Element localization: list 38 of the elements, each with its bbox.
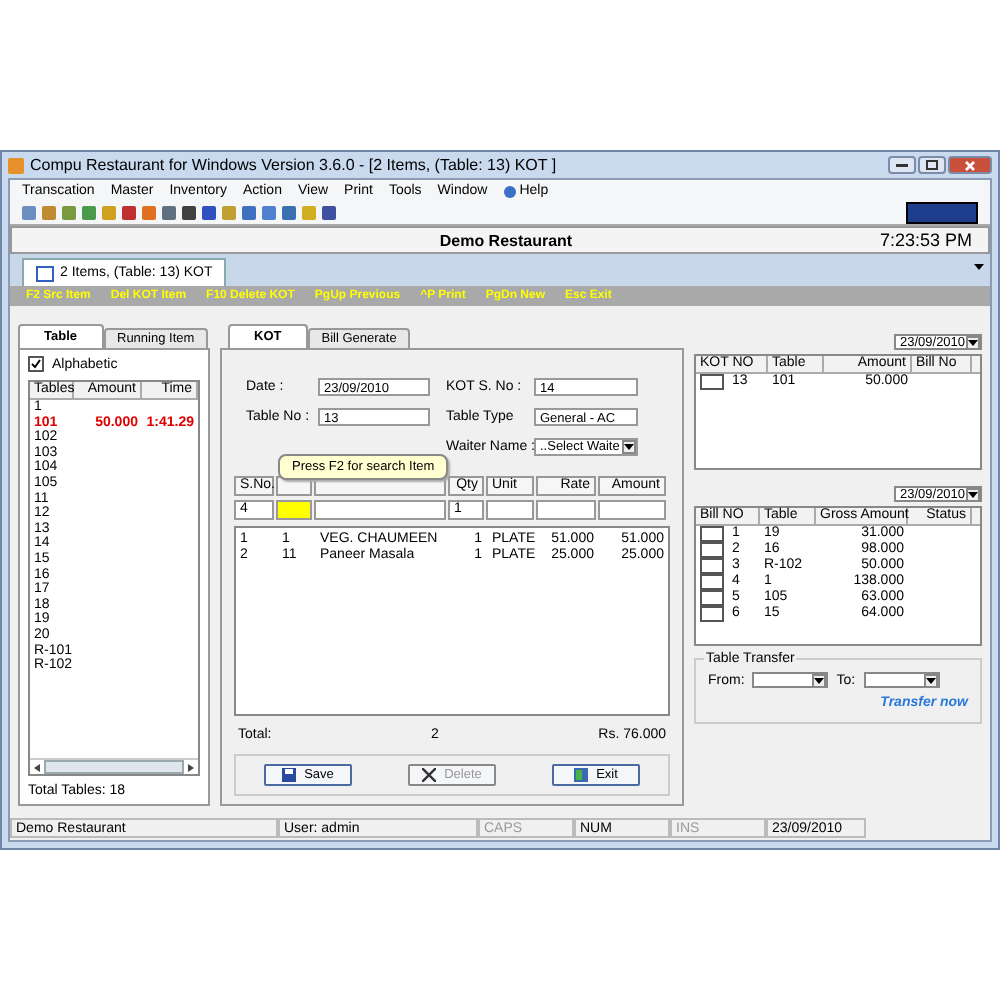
checkbox[interactable] xyxy=(700,606,724,622)
dropdown-arrow-icon[interactable] xyxy=(966,335,980,349)
help-icon xyxy=(503,185,516,197)
close-icon xyxy=(964,159,976,171)
checkbox[interactable] xyxy=(700,542,724,558)
input-field[interactable] xyxy=(598,500,666,520)
input-field[interactable] xyxy=(486,500,534,520)
logo-badge xyxy=(906,202,978,224)
clock: 7:23:53 PM xyxy=(879,230,974,250)
checkbox[interactable] xyxy=(700,558,724,574)
dropdown-arrow-icon[interactable] xyxy=(622,440,636,454)
app-icon xyxy=(8,157,24,173)
door-icon xyxy=(574,768,589,782)
checkbox[interactable] xyxy=(700,574,724,590)
close-button[interactable] xyxy=(948,156,992,174)
dropdown-arrow-icon[interactable] xyxy=(812,674,827,688)
to-dropdown[interactable] xyxy=(863,672,940,688)
scroll-right-icon[interactable] xyxy=(188,763,194,771)
minimize-button[interactable] xyxy=(888,156,916,174)
dropdown-arrow-icon[interactable] xyxy=(923,674,938,688)
maximize-button[interactable] xyxy=(918,156,946,174)
checkbox[interactable] xyxy=(700,590,724,606)
dropdown-arrow-icon[interactable] xyxy=(974,264,984,270)
input-field[interactable] xyxy=(276,500,312,520)
dropdown-arrow-icon[interactable] xyxy=(966,487,980,501)
horizontal-scrollbar[interactable] xyxy=(30,758,198,774)
input-field[interactable] xyxy=(314,500,446,520)
checkbox[interactable] xyxy=(28,356,44,372)
scroll-left-icon[interactable] xyxy=(34,763,40,771)
cross-icon xyxy=(422,768,437,782)
checkbox[interactable] xyxy=(700,526,724,542)
minimize-icon xyxy=(896,163,908,167)
checkbox[interactable] xyxy=(700,374,724,390)
input-field[interactable] xyxy=(536,500,596,520)
from-dropdown[interactable] xyxy=(752,672,829,688)
restaurant-name: Demo Restaurant xyxy=(437,231,575,249)
window-title: Compu Restaurant for Windows Version 3.6.0 - [2 Items, (Table: 13) KOT ] xyxy=(30,156,559,174)
maximize-icon xyxy=(926,160,938,170)
